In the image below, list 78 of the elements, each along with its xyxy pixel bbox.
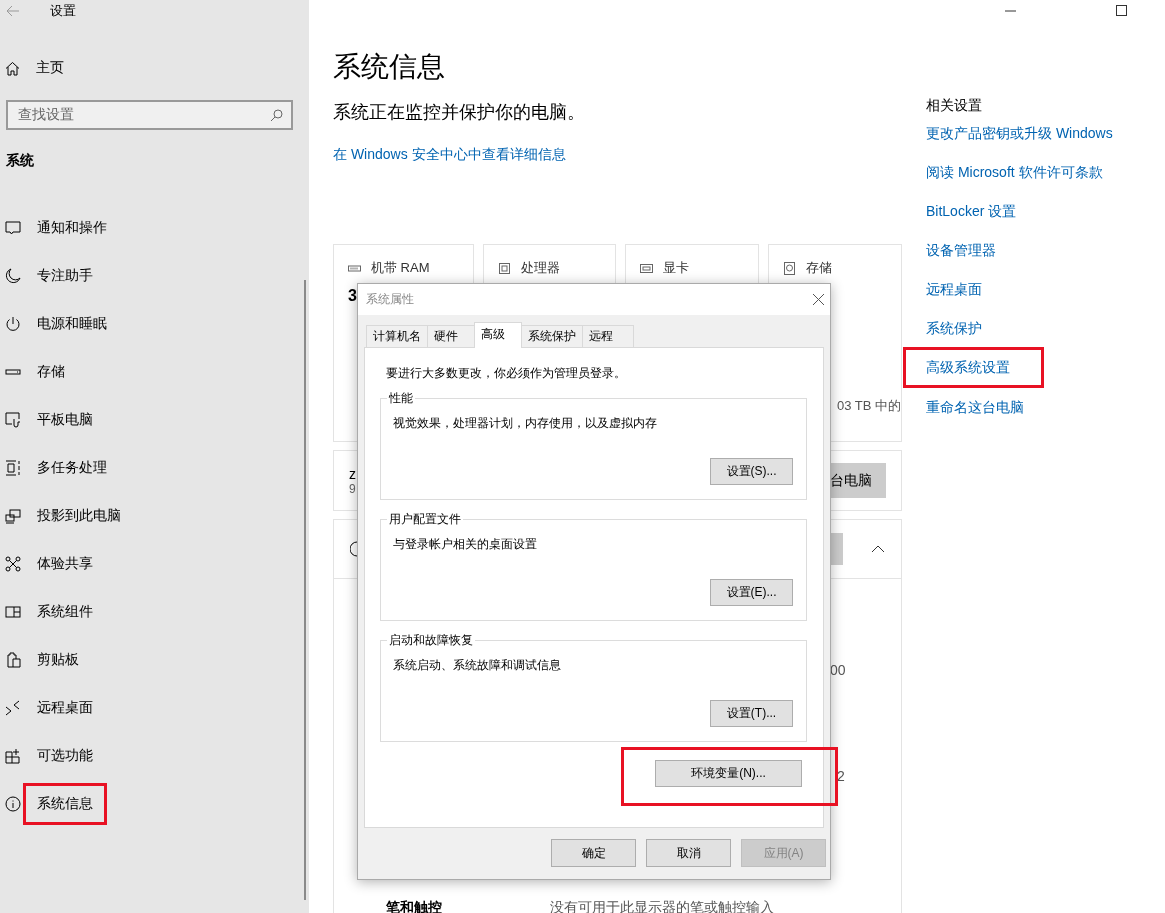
page-title: 系统信息 xyxy=(333,50,446,84)
related-link[interactable]: 更改产品密钥或升级 Windows xyxy=(926,123,1113,143)
minimize-icon[interactable] xyxy=(1005,9,1016,12)
maximize-icon[interactable] xyxy=(1116,5,1127,16)
remote-icon xyxy=(5,700,21,716)
security-link[interactable]: 在 Windows 安全中心中查看详细信息 xyxy=(333,144,566,164)
settings-button[interactable]: 设置(T)... xyxy=(710,700,793,727)
spec-value: 2 xyxy=(837,768,845,784)
window-title: 设置 xyxy=(50,2,76,20)
spec-detail: 03 TB 中的 xyxy=(836,397,901,415)
related-link[interactable]: 重命名这台电脑 xyxy=(926,397,1024,417)
dialog-button[interactable]: 取消 xyxy=(646,839,731,867)
related-link[interactable]: 远程桌面 xyxy=(926,279,982,299)
info-icon xyxy=(5,796,21,812)
group-title: 启动和故障恢复 xyxy=(387,633,475,647)
environment-variables-button[interactable]: 环境变量(N)... xyxy=(655,760,802,787)
components-icon xyxy=(5,604,21,620)
nav-item[interactable]: 系统组件 xyxy=(37,603,93,621)
gpu-icon xyxy=(640,261,653,275)
group-description: 系统启动、系统故障和调试信息 xyxy=(393,657,562,673)
spec-label: 机带 RAM xyxy=(371,259,430,277)
device-name: z xyxy=(349,465,356,482)
dialog-tab[interactable]: 计算机名 xyxy=(366,325,428,347)
dialog-tab[interactable]: 远程 xyxy=(582,325,634,347)
features-icon xyxy=(5,748,21,764)
dialog-button[interactable]: 确定 xyxy=(551,839,636,867)
multitask-icon xyxy=(5,460,21,476)
nav-item[interactable]: 远程桌面 xyxy=(37,699,93,717)
tablet-icon xyxy=(5,412,21,428)
spec-value: 3 xyxy=(348,287,357,305)
nav-item[interactable]: 多任务处理 xyxy=(37,459,107,477)
group-title: 用户配置文件 xyxy=(387,512,463,526)
related-link[interactable]: 系统保护 xyxy=(926,318,982,338)
settings-button[interactable]: 设置(S)... xyxy=(710,458,793,485)
moon-icon xyxy=(5,268,21,284)
home-icon xyxy=(5,60,20,76)
share-icon xyxy=(5,556,21,572)
arc-icon xyxy=(350,541,357,557)
spec-label: 存储 xyxy=(806,259,832,277)
related-heading: 相关设置 xyxy=(926,96,983,115)
section-heading: 系统 xyxy=(5,151,35,170)
spec-label: 显卡 xyxy=(663,259,689,277)
spec-label: 处理器 xyxy=(521,259,560,277)
nav-item[interactable]: 专注助手 xyxy=(37,267,93,285)
related-link[interactable]: 高级系统设置 xyxy=(903,347,1044,388)
nav-item[interactable]: 通知和操作 xyxy=(37,219,107,237)
settings-button[interactable]: 设置(E)... xyxy=(710,579,793,606)
nav-item[interactable]: 平板电脑 xyxy=(37,411,93,429)
nav-item[interactable]: 可选功能 xyxy=(37,747,93,765)
nav-item[interactable]: 存储 xyxy=(37,363,65,381)
dialog-tab[interactable]: 高级 xyxy=(474,322,522,348)
subtitle: 系统正在监控并保护你的电脑。 xyxy=(333,101,586,124)
device-detail: 9 xyxy=(349,481,356,496)
scrollbar[interactable] xyxy=(304,280,306,900)
related-link[interactable]: 设备管理器 xyxy=(926,240,996,260)
related-link[interactable]: BitLocker 设置 xyxy=(926,201,1017,221)
admin-notice: 要进行大多数更改，你必须作为管理员登录。 xyxy=(386,365,627,381)
nav-item[interactable]: 系统信息 xyxy=(23,783,107,825)
search-field[interactable]: 查找设置 xyxy=(6,100,293,130)
nav-item[interactable]: 体验共享 xyxy=(37,555,93,573)
power-icon xyxy=(5,316,21,332)
clipboard-icon xyxy=(5,652,21,668)
related-link[interactable]: 阅读 Microsoft 软件许可条款 xyxy=(926,162,1103,182)
nav-item[interactable]: 电源和睡眠 xyxy=(37,315,107,333)
nav-item[interactable]: 剪贴板 xyxy=(37,651,79,669)
project-icon xyxy=(5,508,21,524)
dialog-title: 系统属性 xyxy=(366,291,414,308)
spec-value: 00 xyxy=(830,662,846,678)
cpu-icon xyxy=(498,261,511,275)
search-icon xyxy=(270,108,283,122)
close-icon[interactable] xyxy=(813,294,824,305)
home-link[interactable]: 主页 xyxy=(36,59,64,77)
chevron-up-icon[interactable] xyxy=(871,545,885,553)
notification-icon xyxy=(5,220,21,236)
group-description: 与登录帐户相关的桌面设置 xyxy=(393,536,538,552)
group-title: 性能 xyxy=(387,391,415,405)
group-description: 视觉效果，处理器计划，内存使用，以及虚拟内存 xyxy=(393,415,658,431)
nav-item[interactable]: 投影到此电脑 xyxy=(37,507,121,525)
